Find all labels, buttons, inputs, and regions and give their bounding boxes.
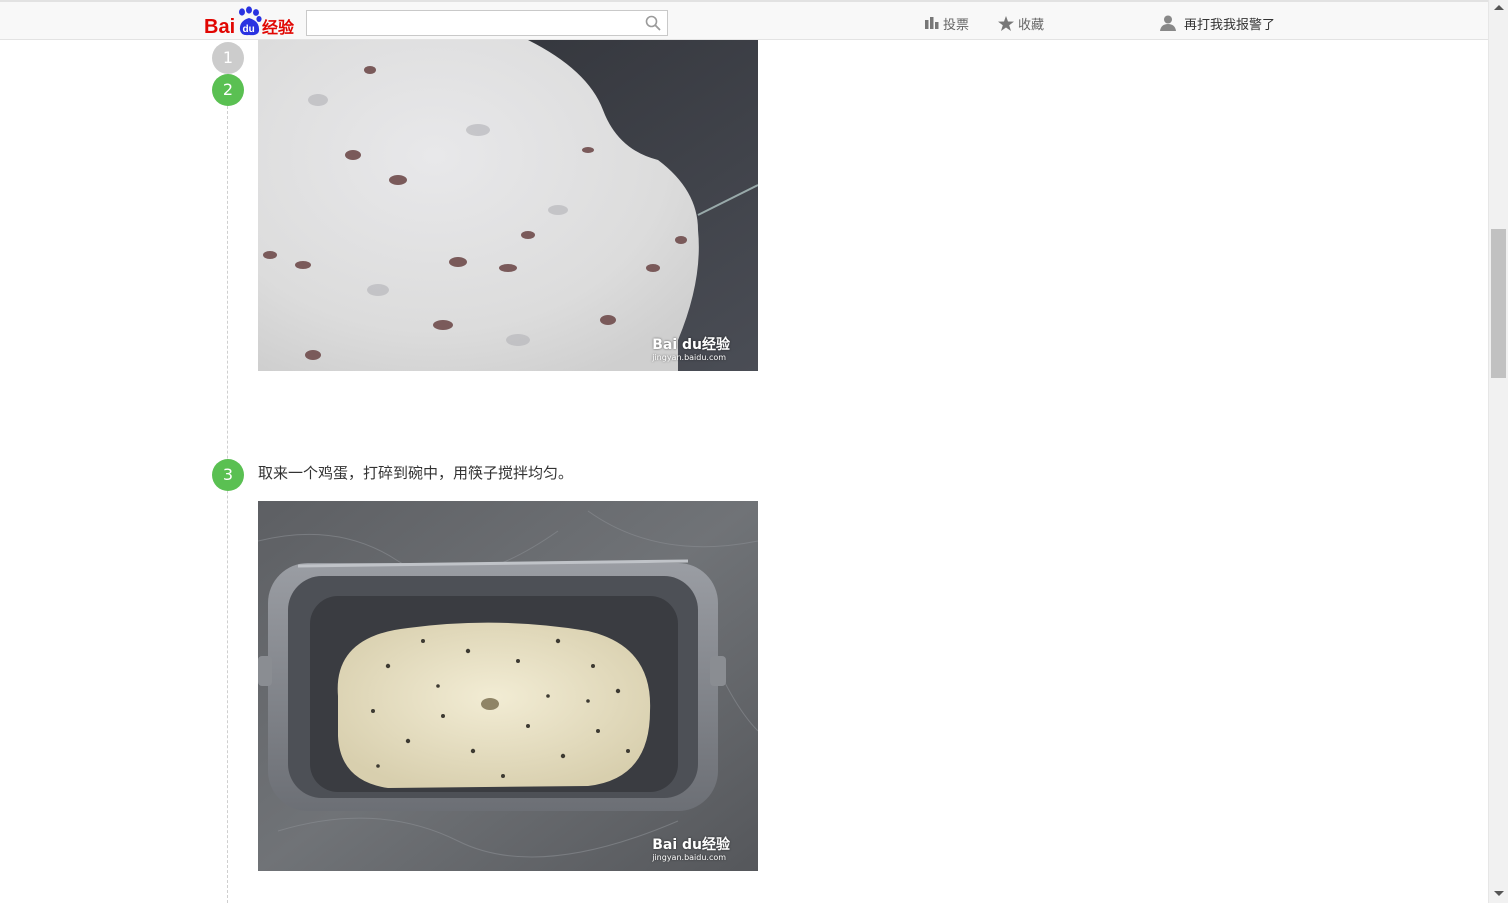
bar-chart-icon: [925, 17, 939, 29]
step-timeline-line: [227, 106, 228, 903]
favorite-label: 收藏: [1018, 17, 1045, 33]
svg-text:Bai: Bai: [204, 16, 235, 38]
user-menu[interactable]: 再打我我报警了: [1160, 14, 1276, 33]
baidu-jingyan-logo[interactable]: Bai du 经验: [204, 6, 298, 38]
star-icon: [998, 15, 1014, 31]
search-input[interactable]: [306, 10, 668, 36]
step-number-1: 1: [212, 42, 244, 74]
step-3-text: 取来一个鸡蛋，打碎到碗中，用筷子搅拌均匀。: [258, 464, 574, 482]
vote-button[interactable]: 投票: [925, 14, 970, 33]
vertical-scrollbar[interactable]: [1488, 0, 1508, 903]
step-number-3: 3: [212, 459, 244, 491]
user-icon: [1160, 15, 1176, 31]
top-navigation-bar: Bai du 经验 投票 收藏 再打我我报警了: [0, 0, 1488, 40]
image-watermark: Bai du经验 jingyan.baidu.com: [652, 337, 730, 363]
scrollbar-thumb[interactable]: [1491, 229, 1506, 378]
svg-text:经验: 经验: [262, 18, 295, 37]
favorite-button[interactable]: 收藏: [998, 14, 1045, 33]
image-watermark: Bai du经验 jingyan.baidu.com: [652, 837, 730, 863]
step-2-image[interactable]: Bai du经验 jingyan.baidu.com: [258, 40, 758, 371]
user-name: 再打我我报警了: [1184, 17, 1276, 33]
svg-text:du: du: [243, 24, 255, 35]
step-number-2: 2: [212, 74, 244, 106]
search-icon[interactable]: [645, 15, 661, 31]
vote-label: 投票: [943, 17, 970, 33]
scroll-up-arrow-icon[interactable]: [1494, 5, 1504, 10]
scroll-down-arrow-icon[interactable]: [1494, 891, 1504, 896]
step-3-image[interactable]: Bai du经验 jingyan.baidu.com: [258, 501, 758, 871]
